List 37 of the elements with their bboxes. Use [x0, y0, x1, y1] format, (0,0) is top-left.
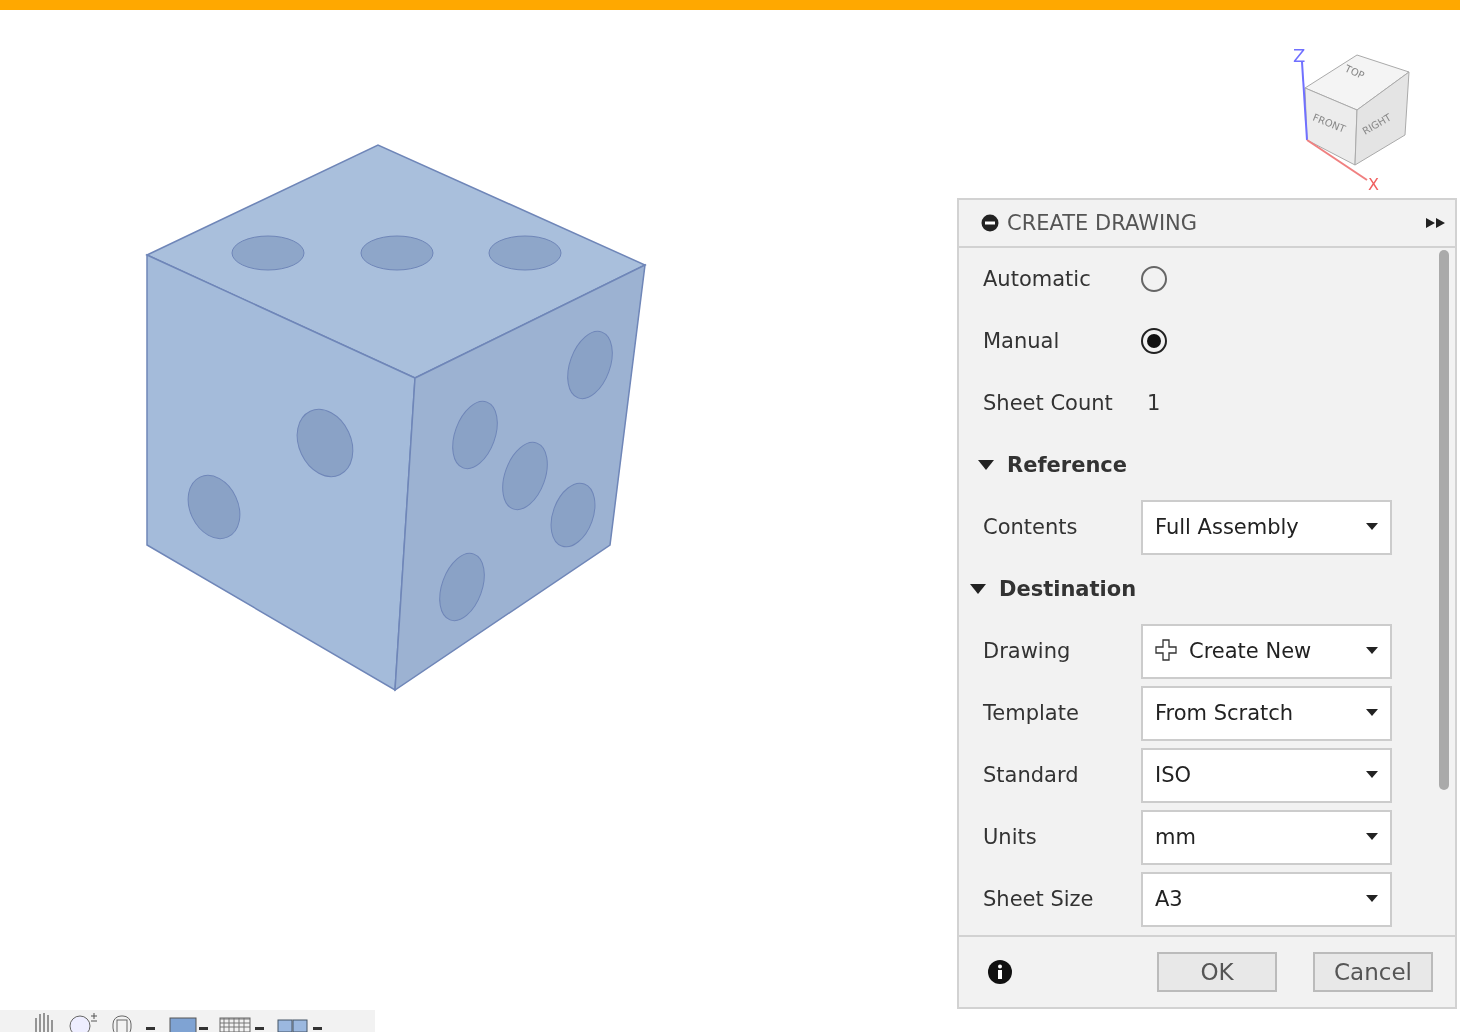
field-label: Automatic: [983, 267, 1092, 291]
dropdown[interactable]: ISO: [1141, 747, 1392, 803]
disclosure-triangle-icon[interactable]: [977, 458, 995, 472]
dropdown[interactable]: Create New: [1141, 623, 1392, 679]
field-label: Sheet Size: [983, 887, 1095, 911]
dropdown[interactable]: From Scratch: [1141, 685, 1392, 741]
fast-forward-icon[interactable]: [1425, 217, 1447, 229]
field-value: 1: [1146, 391, 1161, 415]
field-label: Standard: [983, 763, 1080, 787]
field-label: Drawing: [983, 639, 1072, 663]
caret-icon: [1366, 895, 1378, 903]
scrollbar-thumb[interactable]: [1439, 250, 1449, 790]
dropdown[interactable]: Full Assembly: [1141, 499, 1392, 555]
caret-icon: [1366, 771, 1378, 779]
section-heading[interactable]: Destination: [999, 577, 1137, 601]
caret-icon: [1366, 709, 1378, 717]
section-heading[interactable]: Reference: [1007, 453, 1128, 477]
caret-icon: [1366, 647, 1378, 655]
zoom-icon[interactable]: [68, 1010, 100, 1032]
info-icon[interactable]: [987, 959, 1013, 985]
caret-icon: [1366, 523, 1378, 531]
collapse-icon[interactable]: [981, 214, 999, 232]
field-label: Template: [983, 701, 1080, 725]
disclosure-triangle-icon[interactable]: [969, 582, 987, 596]
field-label: Contents: [983, 515, 1079, 539]
field-label: Units: [983, 825, 1038, 849]
cancel-button[interactable]: Cancel: [1313, 952, 1433, 992]
dropdown[interactable]: mm: [1141, 809, 1392, 865]
radio-button[interactable]: [1141, 266, 1167, 292]
plus-icon: [1155, 639, 1179, 663]
caret-icon: [1366, 833, 1378, 841]
panel-title: CREATE DRAWING: [1007, 211, 1199, 235]
dropdown[interactable]: A3: [1141, 871, 1392, 927]
ok-button[interactable]: OK: [1157, 952, 1277, 992]
field-label: Sheet Count: [983, 391, 1114, 415]
field-label: Manual: [983, 329, 1061, 353]
radio-button[interactable]: [1141, 328, 1167, 354]
